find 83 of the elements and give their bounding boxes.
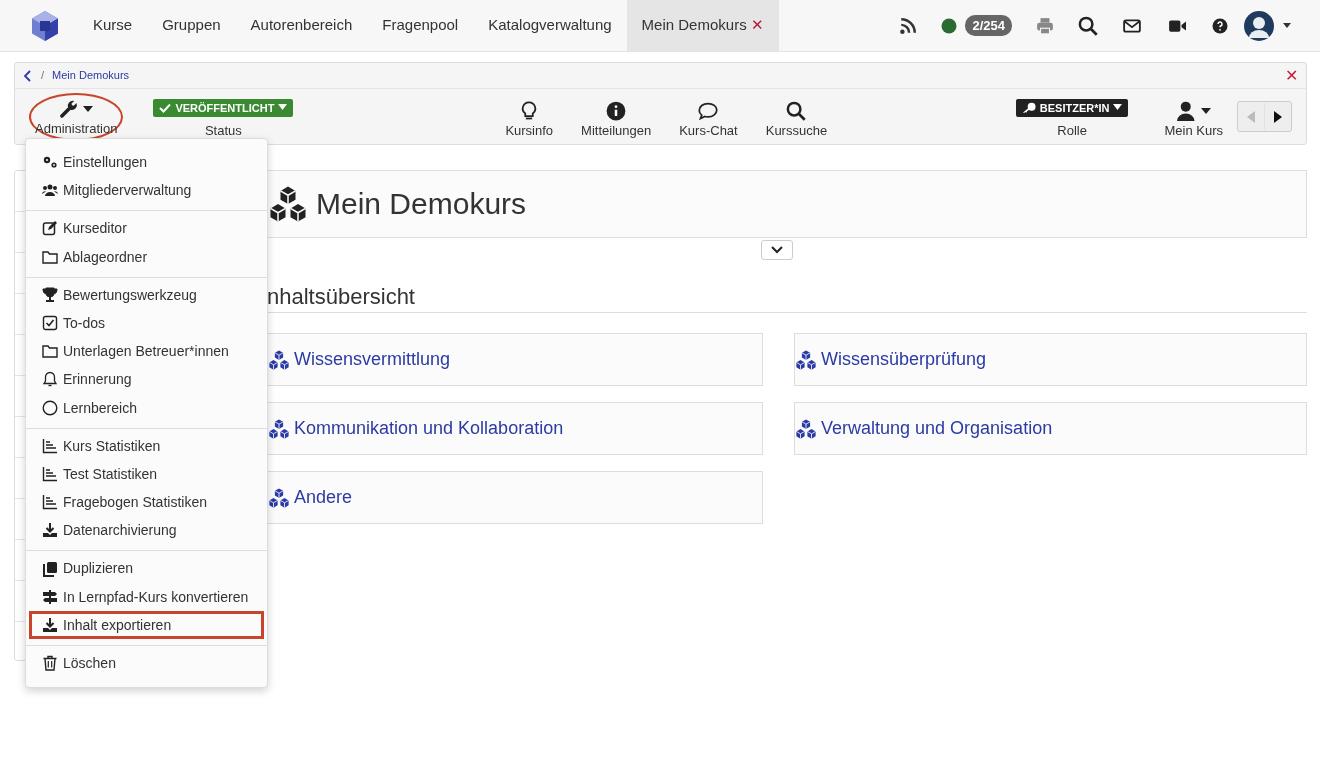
nav-tab[interactable]: Gruppen [147,0,236,51]
menu-item[interactable]: Test Statistiken [29,459,264,489]
trophy-icon [42,286,58,303]
separator: / [41,68,45,84]
chevron-down-icon [771,246,783,254]
counter-badge: 2/254 [965,14,1012,37]
checkbox-icon [42,315,58,332]
print-icon [1036,16,1054,35]
menu-button[interactable]: Mein Kurs [1158,92,1229,141]
toolbar-button[interactable]: Kurs-Chat [673,92,744,141]
trash-icon [42,655,58,672]
cubes-icon [795,417,817,440]
search-icon [786,101,807,121]
bell-icon [42,371,58,388]
collapse-button[interactable] [761,240,793,260]
signpost-icon [42,588,58,605]
menu-item[interactable]: Fragebogen Statistiken [29,488,264,517]
triangle-left-icon [1246,110,1256,125]
help-icon [1212,17,1228,34]
triangle-right-icon [1273,110,1283,125]
course-tile[interactable]: Wissensüberprüfung [794,333,1307,387]
edit-icon [42,220,58,237]
circle-icon [42,399,58,416]
users-icon [42,182,58,199]
info-icon [606,101,627,121]
chart-icon [42,437,58,454]
mail-icon [1122,16,1142,35]
toolbar-button[interactable]: Mitteilungen [575,92,658,141]
caret-icon [278,104,288,112]
menu-item[interactable]: Datenarchivierung [29,516,264,545]
status-dot-icon [941,17,958,34]
menu-item[interactable]: To-dos [29,308,264,338]
download-icon [42,616,58,633]
menu-item[interactable]: Bewertungswerkzeug [29,280,264,309]
download-icon [42,522,58,539]
menu-item[interactable]: In Lernpfad-Kurs konvertieren [29,582,264,611]
copy-icon [42,560,58,577]
wrench-icon [59,99,80,119]
menu-item[interactable]: Löschen [29,649,264,678]
menu-item[interactable]: Inhalt exportieren [29,610,264,639]
menu-item[interactable]: Unterlagen Betreuer*innen [29,337,264,366]
course-title: Mein Demokurs [316,186,527,222]
toolbar-button[interactable]: Kurssuche [759,92,834,141]
menu-item[interactable]: Duplizieren [29,554,264,583]
avatar-icon [1244,10,1274,41]
menu-item[interactable]: Lernbereich [29,393,264,422]
toolbar-button[interactable]: Kursinfo [499,92,560,141]
nav-tab[interactable]: Katalogverwaltung [473,0,627,51]
check-icon [159,102,172,113]
person-icon [1176,101,1197,121]
caret-icon [1200,107,1211,115]
toolbar-button[interactable]: BESITZER*IN Rolle [1009,92,1135,141]
close-icon[interactable]: ✕ [750,14,764,37]
rss-icon [899,16,918,35]
menu-item[interactable]: Erinnerung [29,365,264,394]
chart-icon [42,494,58,511]
menu-item[interactable]: Ablageordner [29,242,264,271]
caret-icon [1113,104,1123,112]
nav-tab[interactable]: Mein Demokurs ✕ [626,0,779,51]
key-icon [1021,101,1036,114]
folder-icon [42,248,58,265]
course-tile[interactable]: Wissensvermittlung [267,333,763,387]
search-icon [1078,15,1098,36]
nav-tab[interactable]: Kurse [78,0,148,51]
chat-icon [698,101,719,121]
course-tile[interactable]: Kommunikation und Kollaboration [267,402,763,456]
chart-icon [42,465,58,482]
menu-item[interactable]: Kurs Statistiken [29,431,264,460]
course-tile[interactable]: Verwaltung und Organisation [794,402,1307,456]
caret-icon [83,105,94,113]
cubes-icon [795,348,817,371]
menu-item[interactable]: Mitgliederverwaltung [29,176,264,205]
breadcrumb-link[interactable]: Mein Demokurs [52,67,130,84]
folder-icon [42,343,58,360]
back-icon [23,69,33,82]
caret-icon [1282,21,1292,30]
close-icon[interactable]: ✕ [1285,63,1298,88]
menu-item[interactable]: Kurseditor [29,214,264,243]
nav-tab[interactable]: Autorenbereich [235,0,368,51]
course-tile[interactable]: Andere [267,471,763,525]
nav-tab[interactable]: Fragenpool [367,0,474,51]
menu-item[interactable]: Einstellungen [29,148,264,177]
section-heading: nhaltsübersicht [267,284,1307,314]
